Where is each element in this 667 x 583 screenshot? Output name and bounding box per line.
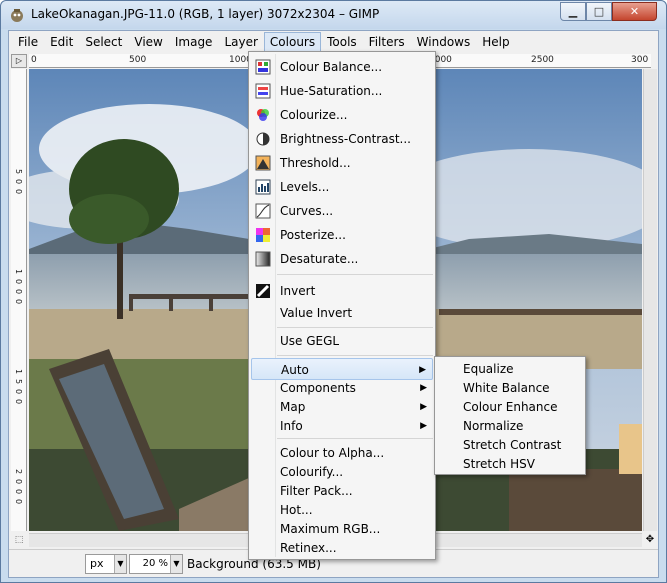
- menu-item-retinex[interactable]: Retinex...: [251, 537, 433, 559]
- menu-item-desaturate[interactable]: Desaturate...: [251, 248, 433, 270]
- navigate-icon[interactable]: ✥: [643, 533, 657, 547]
- ruler-tick: 0: [31, 55, 37, 65]
- posterize-icon: [256, 228, 270, 242]
- levels-icon: [255, 179, 271, 195]
- unit-select[interactable]: px ▼: [85, 554, 127, 574]
- menu-item-colourize[interactable]: Colourize...: [251, 104, 433, 126]
- brightness-contrast-icon: [256, 132, 270, 146]
- menu-item-colour-balance[interactable]: Colour Balance...: [251, 56, 433, 78]
- colourize-icon: [257, 109, 269, 121]
- ruler-tick: 0: [14, 299, 23, 305]
- ruler-tick: 0: [14, 499, 23, 505]
- menu-item-stretch-hsv[interactable]: Stretch HSV: [437, 453, 583, 475]
- ruler-tick: 0: [14, 189, 23, 195]
- auto-submenu: Equalize White Balance Colour Enhance No…: [434, 356, 586, 475]
- menu-item-brightness-contrast[interactable]: Brightness-Contrast...: [251, 128, 433, 150]
- maximize-icon: □: [593, 5, 605, 18]
- ruler-tick: 2500: [531, 55, 554, 65]
- hue-saturation-icon: [255, 83, 271, 99]
- maximize-button[interactable]: □: [586, 2, 612, 21]
- ruler-tick: 1: [14, 369, 23, 375]
- title-bar[interactable]: LakeOkanagan.JPG-11.0 (RGB, 1 layer) 307…: [1, 1, 666, 29]
- menu-item-use-gegl[interactable]: Use GEGL: [251, 330, 433, 352]
- desaturate-icon: [255, 251, 271, 267]
- menu-separator: [277, 438, 433, 439]
- menu-windows[interactable]: Windows: [411, 32, 477, 52]
- ruler-tick: 0: [14, 179, 23, 185]
- menu-edit[interactable]: Edit: [44, 32, 79, 52]
- menu-view[interactable]: View: [128, 32, 168, 52]
- ruler-tick: 2: [14, 469, 23, 475]
- gimp-app-icon: [11, 9, 23, 22]
- menu-filters[interactable]: Filters: [363, 32, 411, 52]
- close-button[interactable]: ✕: [612, 2, 657, 21]
- menu-item-curves[interactable]: Curves...: [251, 200, 433, 222]
- minimize-icon: ▁: [568, 5, 578, 18]
- menu-file[interactable]: File: [12, 32, 44, 52]
- colour-balance-icon: [255, 59, 271, 75]
- menu-separator: [277, 327, 433, 328]
- threshold-icon: [255, 155, 271, 171]
- menu-colours[interactable]: Colours: [263, 32, 322, 52]
- ruler-tick: 5: [14, 379, 23, 385]
- menu-item-invert[interactable]: Invert: [251, 280, 433, 302]
- zoom-value: 20 %: [142, 558, 168, 569]
- vertical-ruler[interactable]: 5 0 0 1 0 0 0 1 5 0 0 2 0 0 0: [11, 69, 27, 531]
- ruler-tick: 1: [14, 269, 23, 275]
- menu-separator: [277, 274, 433, 275]
- chevron-down-icon: ▼: [114, 555, 126, 573]
- chevron-down-icon: ▼: [170, 555, 182, 573]
- quick-mask-icon[interactable]: ⬚: [11, 533, 27, 547]
- colours-menu: Colour Balance... Hue-Saturation... Colo…: [248, 51, 436, 560]
- menu-item-value-invert[interactable]: Value Invert: [251, 302, 433, 324]
- window-title: LakeOkanagan.JPG-11.0 (RGB, 1 layer) 307…: [31, 7, 380, 21]
- ruler-tick: 0: [14, 399, 23, 405]
- menubar: File Edit Select View Image Layer Colour…: [9, 31, 658, 53]
- vertical-scrollbar[interactable]: [643, 69, 657, 531]
- ruler-tick: 500: [129, 55, 147, 65]
- ruler-tick: 0: [14, 479, 23, 485]
- menu-separator: [277, 355, 433, 356]
- ruler-tick: 0: [14, 289, 23, 295]
- ruler-tick: 0: [14, 389, 23, 395]
- zoom-select[interactable]: 20 % ▼: [129, 554, 183, 574]
- ruler-tick: 300: [631, 55, 649, 65]
- menu-tools[interactable]: Tools: [321, 32, 363, 52]
- unit-value: px: [90, 557, 104, 570]
- minimize-button[interactable]: ▁: [560, 2, 586, 21]
- menu-help[interactable]: Help: [476, 32, 515, 52]
- menu-image[interactable]: Image: [169, 32, 219, 52]
- menu-item-info[interactable]: Info ▶: [251, 415, 433, 437]
- submenu-arrow-icon: ▶: [420, 421, 427, 431]
- menu-item-threshold[interactable]: Threshold...: [251, 152, 433, 174]
- menu-item-posterize[interactable]: Posterize...: [251, 224, 433, 246]
- ruler-corner-button[interactable]: ▷: [11, 54, 27, 68]
- menu-select[interactable]: Select: [79, 32, 128, 52]
- ruler-tick: 0: [14, 279, 23, 285]
- menu-item-levels[interactable]: Levels...: [251, 176, 433, 198]
- close-icon: ✕: [629, 5, 640, 18]
- menu-layer[interactable]: Layer: [218, 32, 263, 52]
- invert-icon: [256, 284, 270, 298]
- menu-item-hue-saturation[interactable]: Hue-Saturation...: [251, 80, 433, 102]
- curves-icon: [255, 203, 271, 219]
- ruler-tick: 0: [14, 489, 23, 495]
- ruler-tick: 5: [14, 169, 23, 175]
